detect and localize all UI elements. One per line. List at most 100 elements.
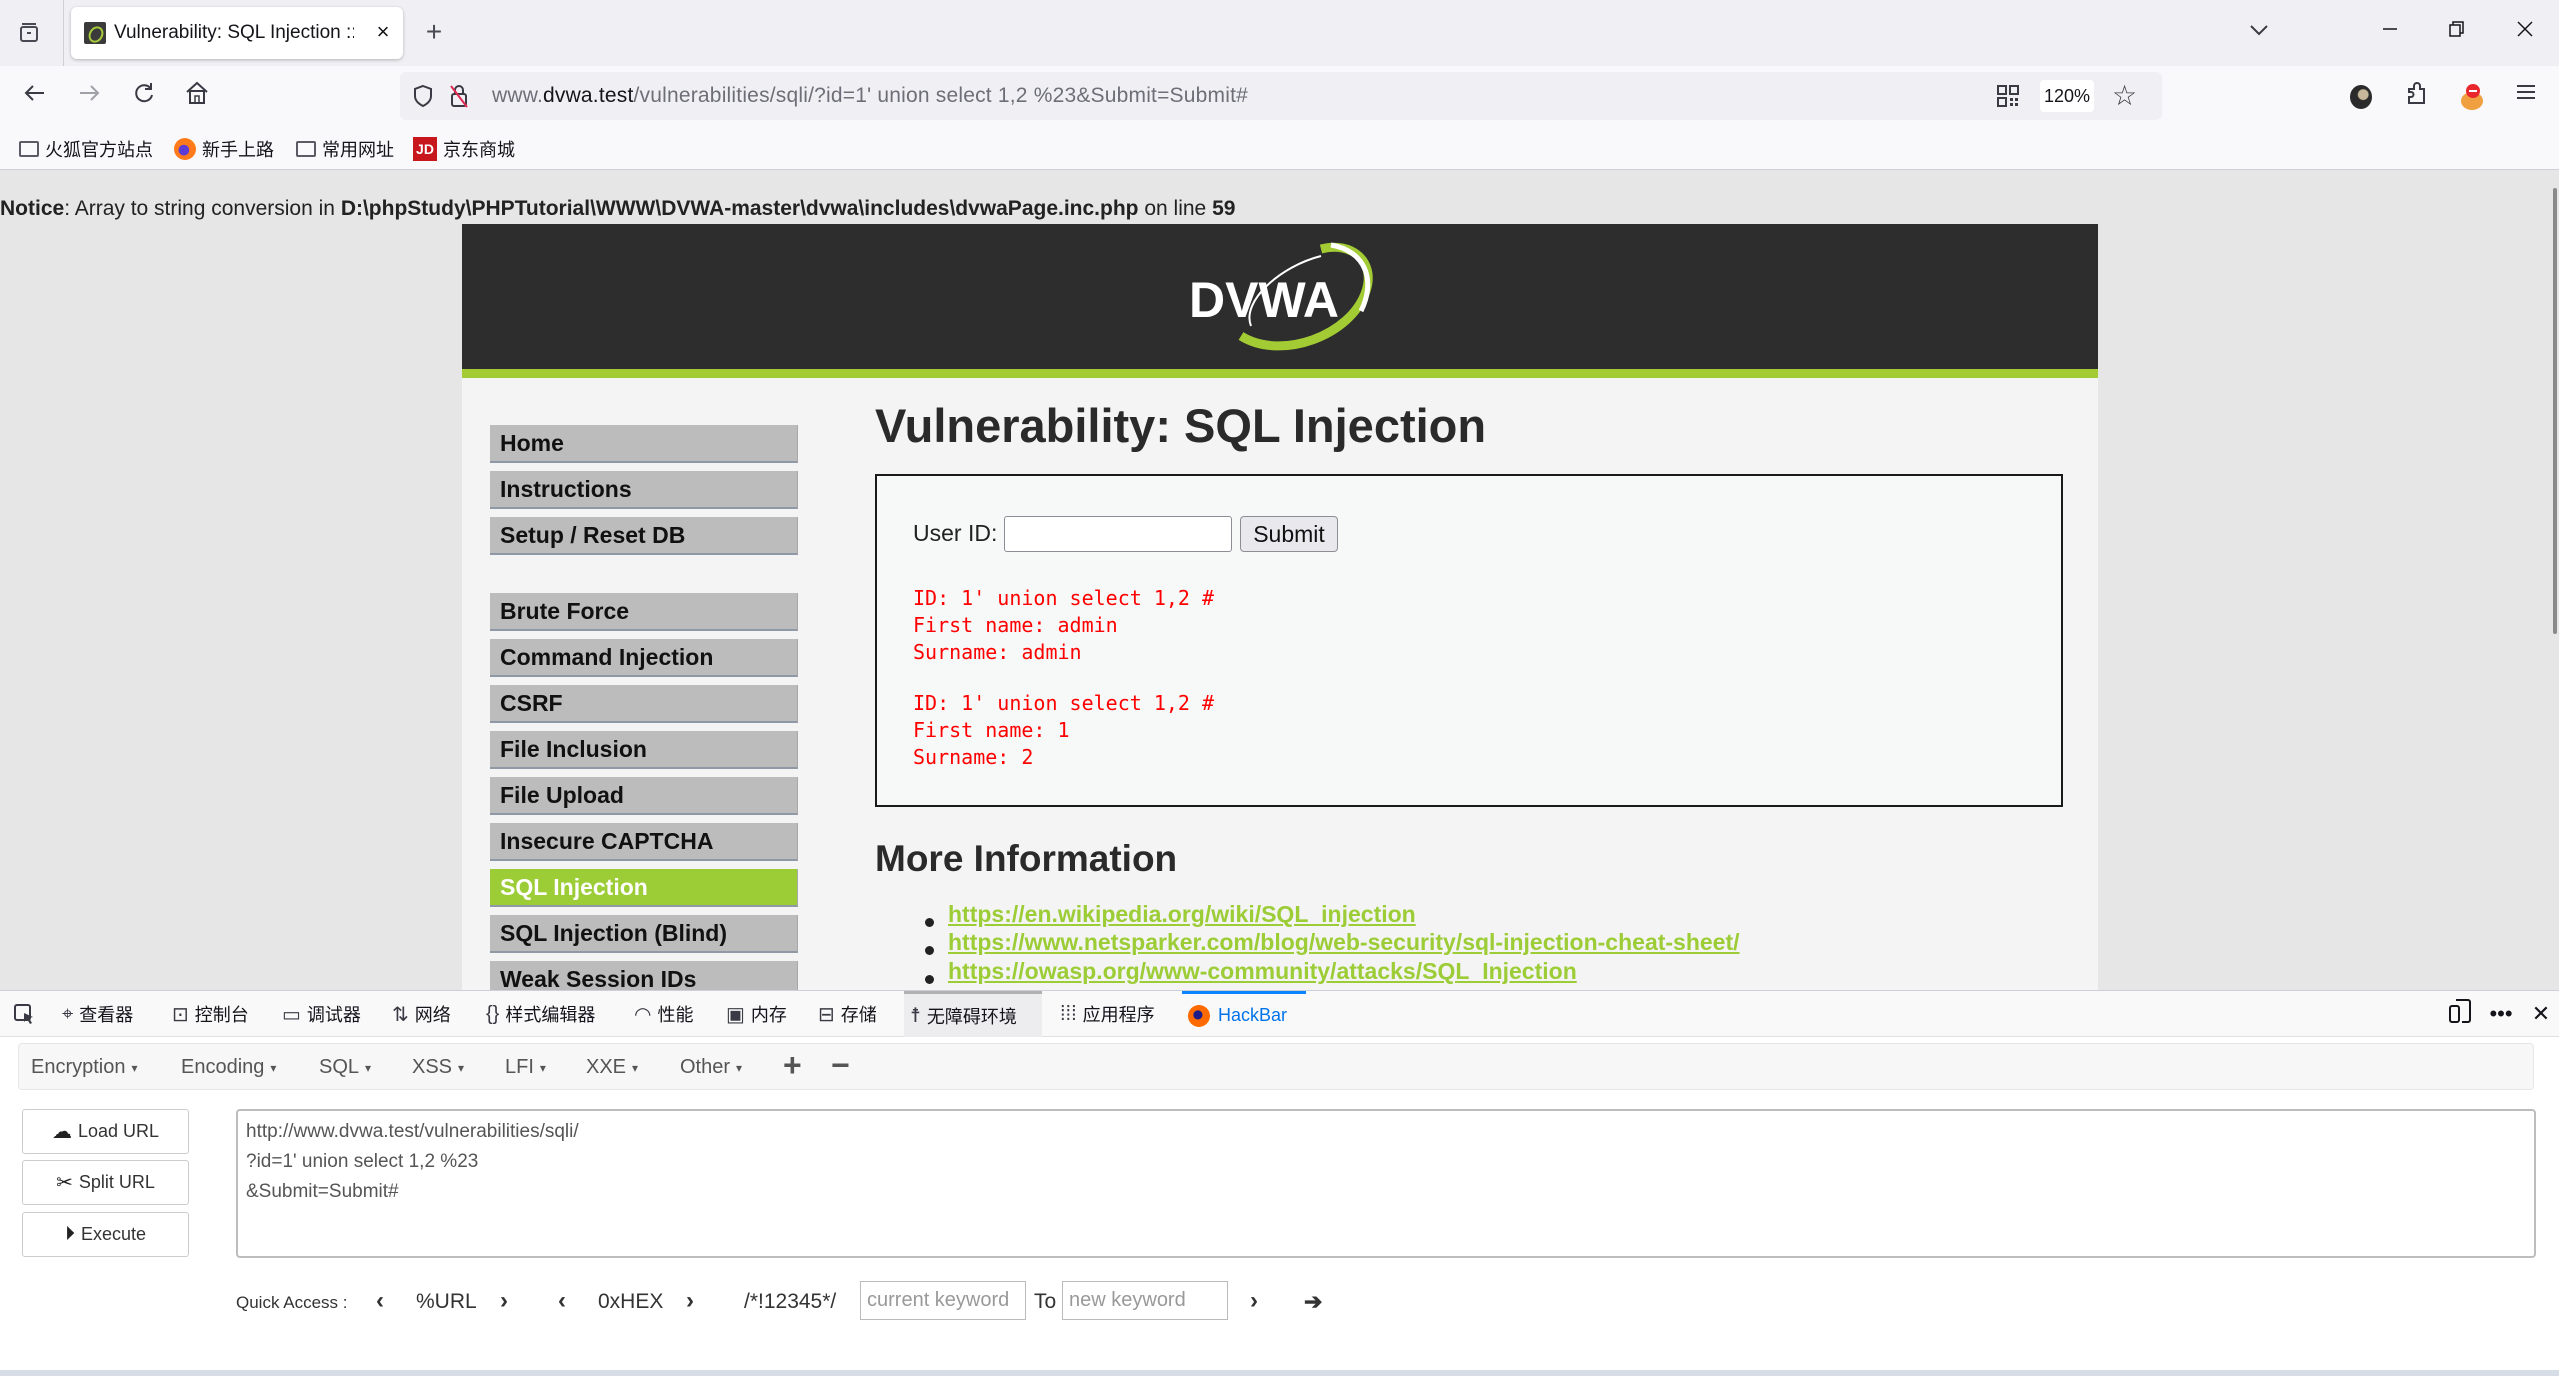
bookmark-star-icon[interactable]: ☆ — [2112, 82, 2137, 110]
insecure-lock-icon[interactable] — [448, 83, 470, 109]
adblock-extension-icon[interactable] — [2455, 80, 2489, 114]
tab-close-icon[interactable]: × — [369, 17, 397, 47]
devtools-tab-performance[interactable]: ◠ 性能 — [628, 991, 699, 1037]
menu-other[interactable]: Other ▾ — [680, 1056, 742, 1079]
hackbar-menu-bar: Encryption ▾ Encoding ▾ SQL ▾ XSS ▾ LFI ▾ XXE… — [18, 1043, 2534, 1090]
quick-inline-comment[interactable]: /*!12345*/ — [744, 1290, 836, 1314]
bookmark-folder-firefox-sites[interactable]: 火狐官方站点 — [19, 135, 153, 163]
menu-command-injection[interactable]: Command Injection — [490, 639, 798, 677]
hackbar-url-textarea[interactable]: http://www.dvwa.test/vulnerabilities/sql… — [236, 1109, 2536, 1258]
chevron-right-icon[interactable]: › — [1250, 1287, 1258, 1315]
menu-insecure-captcha[interactable]: Insecure CAPTCHA — [490, 823, 798, 861]
menu-sql-injection-blind[interactable]: SQL Injection (Blind) — [490, 915, 798, 953]
link-owasp[interactable]: https://owasp.org/www-community/attacks/… — [948, 958, 1577, 985]
dvwa-container: DVWA Home Instructions Setup / Reset DB … — [462, 224, 2098, 990]
window-close-icon[interactable] — [2505, 14, 2545, 50]
tracking-protection-shield-icon[interactable] — [412, 84, 434, 108]
new-tab-button[interactable]: + — [418, 17, 450, 49]
devtools-tab-application[interactable]: ⁞⁞⁞ 应用程序 — [1054, 991, 1161, 1037]
menu-home[interactable]: Home — [490, 425, 798, 463]
devtools-tab-network[interactable]: ⇅ 网络 — [386, 991, 457, 1037]
zoom-level-badge[interactable]: 120% — [2040, 80, 2094, 112]
cloud-download-icon: ☁ — [51, 1121, 72, 1143]
load-url-button[interactable]: ☁ Load URL — [22, 1109, 189, 1154]
home-icon[interactable] — [180, 80, 214, 114]
quick-url-encode[interactable]: %URL — [416, 1290, 477, 1314]
performance-icon: ◠ — [634, 1003, 652, 1026]
bookmark-jd[interactable]: JD 京东商城 — [413, 135, 515, 163]
chevron-left-icon[interactable]: ‹ — [558, 1287, 566, 1315]
devtools-tab-console[interactable]: ⊡ 控制台 — [166, 991, 255, 1037]
list-all-tabs-chevron-icon[interactable] — [2247, 18, 2271, 48]
caret-down-icon: ▾ — [458, 1060, 465, 1075]
tab-list-icon[interactable] — [14, 18, 44, 48]
restore-icon[interactable] — [2437, 14, 2477, 50]
menu-lfi[interactable]: LFI ▾ — [505, 1056, 546, 1079]
back-arrow-icon[interactable] — [18, 80, 52, 114]
tab-bar: Vulnerability: SQL Injection :: × + — [0, 0, 2559, 66]
element-picker-icon[interactable] — [6, 991, 42, 1037]
bookmark-getting-started[interactable]: 新手上路 — [174, 135, 274, 163]
execute-button[interactable]: ⏵ Execute — [22, 1212, 189, 1257]
devtools-tab-debugger[interactable]: ▭ 调试器 — [276, 991, 367, 1037]
bookmark-folder-common-sites[interactable]: 常用网址 — [296, 135, 394, 163]
menu-setup-reset-db[interactable]: Setup / Reset DB — [490, 517, 798, 555]
app-menu-hamburger-icon[interactable] — [2509, 80, 2543, 114]
chevron-right-icon[interactable]: › — [500, 1287, 508, 1315]
devtools-tab-storage[interactable]: ⊟ 存储 — [812, 991, 883, 1037]
url-path: /vulnerabilities/sqli/?id=1' union selec… — [633, 84, 1248, 107]
menu-sql-injection[interactable]: SQL Injection — [490, 869, 798, 907]
devtools-tab-style-editor[interactable]: {} 样式编辑器 — [480, 991, 601, 1037]
forward-arrow-icon[interactable] — [72, 80, 106, 114]
responsive-design-icon[interactable] — [2444, 998, 2476, 1030]
menu-xxe[interactable]: XXE ▾ — [586, 1056, 638, 1079]
address-bar[interactable]: www.dvwa.test/vulnerabilities/sqli/?id=1… — [400, 72, 2162, 120]
submit-button[interactable]: Submit — [1240, 516, 1338, 552]
menu-file-upload[interactable]: File Upload — [490, 777, 798, 815]
current-keyword-input[interactable]: current keyword — [860, 1281, 1026, 1320]
caret-down-icon: ▾ — [632, 1060, 639, 1075]
user-id-input[interactable] — [1004, 516, 1232, 552]
minimize-icon[interactable] — [2370, 14, 2410, 50]
accessibility-icon: ☨ — [910, 1005, 921, 1027]
result-id: ID: 1' union select 1,2 # — [913, 586, 1215, 610]
menu-xss[interactable]: XSS ▾ — [412, 1056, 464, 1079]
menu-brute-force[interactable]: Brute Force — [490, 593, 798, 631]
chevron-left-icon[interactable]: ‹ — [376, 1287, 384, 1315]
new-keyword-input[interactable]: new keyword — [1062, 1281, 1228, 1320]
url-prefix: www. — [492, 84, 543, 107]
storage-icon: ⊟ — [818, 1003, 835, 1026]
remove-minus-icon[interactable]: − — [831, 1047, 850, 1084]
browser-tab-active[interactable]: Vulnerability: SQL Injection :: × — [71, 7, 403, 59]
reload-icon[interactable] — [127, 80, 161, 114]
bookmark-label: 京东商城 — [443, 140, 515, 160]
replace-arrow-icon[interactable]: ➔ — [1304, 1289, 1322, 1315]
chevron-right-icon[interactable]: › — [686, 1287, 694, 1315]
menu-instructions[interactable]: Instructions — [490, 471, 798, 509]
menu-label: XSS — [412, 1056, 453, 1078]
menu-sql[interactable]: SQL ▾ — [319, 1056, 371, 1079]
account-avatar-icon[interactable] — [2344, 80, 2378, 114]
devtools-tab-memory[interactable]: ▣ 内存 — [720, 991, 793, 1037]
extensions-puzzle-icon[interactable] — [2400, 80, 2434, 114]
more-options-icon[interactable]: ••• — [2485, 998, 2517, 1030]
menu-encoding[interactable]: Encoding ▾ — [181, 1056, 276, 1079]
quick-hex-encode[interactable]: 0xHEX — [598, 1290, 663, 1314]
add-plus-icon[interactable]: + — [783, 1047, 802, 1084]
devtools-close-icon[interactable]: ✕ — [2525, 998, 2557, 1030]
menu-file-inclusion[interactable]: File Inclusion — [490, 731, 798, 769]
devtools-tab-inspector[interactable]: ⌖ 查看器 — [56, 991, 139, 1037]
link-netsparker[interactable]: https://www.netsparker.com/blog/web-secu… — [948, 929, 1740, 956]
link-wikipedia[interactable]: https://en.wikipedia.org/wiki/SQL_inject… — [948, 901, 1416, 928]
devtools-tab-accessibility[interactable]: ☨ 无障碍环境 — [904, 991, 1042, 1037]
devtools-tab-hackbar[interactable]: HackBar — [1182, 991, 1306, 1037]
menu-encryption[interactable]: Encryption ▾ — [31, 1056, 138, 1079]
url-text[interactable]: www.dvwa.test/vulnerabilities/sqli/?id=1… — [492, 84, 1248, 108]
menu-label: SQL — [319, 1056, 360, 1078]
menu-weak-session-ids[interactable]: Weak Session IDs — [490, 961, 798, 990]
caret-down-icon: ▾ — [270, 1060, 277, 1075]
page-scrollbar[interactable] — [2553, 188, 2557, 634]
menu-csrf[interactable]: CSRF — [490, 685, 798, 723]
qr-code-icon[interactable] — [1996, 84, 2020, 108]
split-url-button[interactable]: ✂ Split URL — [22, 1160, 189, 1205]
